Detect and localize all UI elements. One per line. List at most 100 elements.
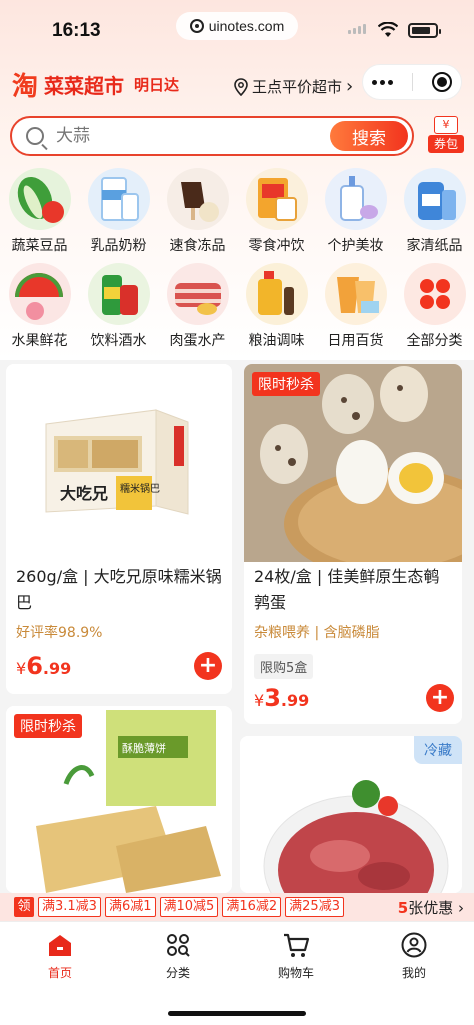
tab-label: 我的 xyxy=(401,966,426,980)
product-card[interactable]: 酥脆薄饼 限时秒杀 xyxy=(6,706,232,893)
category-personal-care[interactable]: 个护美妆 xyxy=(316,168,395,255)
price-decimal: .99 xyxy=(42,659,72,678)
category-drinks[interactable]: 饮料酒水 xyxy=(79,263,158,350)
frozen-food-icon xyxy=(166,168,229,230)
category-label: 乳品奶粉 xyxy=(90,238,147,254)
category-meat-eggs[interactable]: 肉蛋水产 xyxy=(158,263,237,350)
category-snacks[interactable]: 零食冲饮 xyxy=(237,168,316,255)
product-price: ¥6.99 xyxy=(16,652,71,680)
signal-icon xyxy=(348,24,366,34)
snacks-icon xyxy=(245,168,308,230)
battery-icon xyxy=(408,23,441,38)
coupon-yen-icon: ¥ xyxy=(434,116,458,134)
site-icon xyxy=(189,19,204,33)
daily-goods-icon xyxy=(324,263,387,325)
category-frozen[interactable]: 速食冻品 xyxy=(158,168,237,255)
coupon-strip[interactable]: 领 满3.1减3 满6减1 满10减5 满16减2 满25减3 5张优惠 › xyxy=(0,893,474,921)
tab-home[interactable]: 首页 xyxy=(20,932,100,981)
price-integer: 6 xyxy=(26,652,43,680)
coupon-count[interactable]: 5张优惠 › xyxy=(398,897,464,918)
coupon-chip[interactable]: 满10减5 xyxy=(159,897,219,917)
household-icon xyxy=(403,168,466,230)
claim-coupon-icon: 领 xyxy=(14,897,34,917)
category-label: 蔬菜豆品 xyxy=(11,238,68,254)
category-label: 个护美妆 xyxy=(327,238,384,254)
search-row: 搜索 ¥ 券包 xyxy=(10,116,464,156)
chevron-right-icon: › xyxy=(458,899,464,917)
category-grain-oil[interactable]: 粮油调味 xyxy=(237,263,316,350)
dairy-icon xyxy=(87,168,150,230)
refrigerated-badge: 冷藏 xyxy=(414,736,462,764)
status-time: 16:13 xyxy=(52,20,101,41)
status-bar: 16:13 uinotes.com xyxy=(0,0,474,56)
coupon-count-suffix: 张优惠 xyxy=(408,899,454,917)
home-icon xyxy=(49,935,71,956)
coupon-count-number: 5 xyxy=(397,899,409,917)
vegetables-icon xyxy=(8,168,71,230)
category-vegetables[interactable]: 蔬菜豆品 xyxy=(0,168,79,255)
product-price: ¥3.99 xyxy=(254,684,309,712)
tab-profile[interactable]: 我的 xyxy=(374,932,454,981)
search-button[interactable]: 搜索 xyxy=(330,121,408,151)
url-pill: uinotes.com xyxy=(176,12,298,40)
drinks-icon xyxy=(87,263,150,325)
wifi-icon xyxy=(378,22,398,37)
personal-care-icon xyxy=(324,168,387,230)
category-fruit[interactable]: 水果鲜花 xyxy=(0,263,79,350)
coupon-pack-label: 券包 xyxy=(428,135,464,153)
category-dairy[interactable]: 乳品奶粉 xyxy=(79,168,158,255)
tab-cart[interactable]: 购物车 xyxy=(256,932,336,981)
search-icon xyxy=(26,127,44,145)
price-currency: ¥ xyxy=(16,659,27,678)
store-name: 王点平价超市 xyxy=(252,78,343,96)
flash-sale-badge: 限时秒杀 xyxy=(14,714,82,738)
url-text: uinotes.com xyxy=(208,18,285,34)
brand: 淘 菜菜超市 明日达 xyxy=(12,66,179,103)
tab-category[interactable]: 分类 xyxy=(138,932,218,981)
add-to-cart-button[interactable]: + xyxy=(194,652,222,680)
product-title: 260g/盒 | 大吃兄原味糯米锅巴 xyxy=(16,567,222,612)
location-pin-icon xyxy=(234,77,248,96)
category-grid-icon xyxy=(167,934,190,957)
more-icon[interactable] xyxy=(372,79,394,85)
all-categories-icon xyxy=(403,263,466,325)
cart-icon xyxy=(284,933,310,957)
coupon-chip[interactable]: 满3.1减3 xyxy=(38,897,101,917)
price-currency: ¥ xyxy=(254,691,265,710)
category-label: 肉蛋水产 xyxy=(169,333,226,349)
package-label-text: 糯米锅巴 xyxy=(120,482,160,495)
capsule-divider xyxy=(411,73,413,91)
coupon-chip[interactable]: 满6减1 xyxy=(104,897,156,917)
product-card[interactable]: 大吃兄 糯米锅巴 260g/盒 | 大吃兄原味糯米锅巴 好评率98.9% ¥6.… xyxy=(6,364,232,694)
category-label: 零食冲饮 xyxy=(248,238,305,254)
category-all[interactable]: 全部分类 xyxy=(395,263,474,350)
search-input[interactable] xyxy=(56,126,306,146)
category-label: 粮油调味 xyxy=(248,333,305,349)
category-household[interactable]: 家清纸品 xyxy=(395,168,474,255)
search-box[interactable]: 搜索 xyxy=(10,116,414,156)
product-rating: 好评率98.9% xyxy=(16,625,103,641)
coupon-chip[interactable]: 满16减2 xyxy=(222,897,282,917)
coupon-pack-button[interactable]: ¥ 券包 xyxy=(428,116,464,156)
fruit-icon xyxy=(8,263,71,325)
category-label: 速食冻品 xyxy=(169,238,226,254)
tab-label: 购物车 xyxy=(277,966,314,980)
add-to-cart-button[interactable]: + xyxy=(426,684,454,712)
store-selector[interactable]: 王点平价超市 › xyxy=(234,76,353,97)
grain-oil-icon xyxy=(245,263,308,325)
close-target-icon[interactable] xyxy=(431,72,452,92)
flash-sale-badge: 限时秒杀 xyxy=(252,372,320,396)
product-card[interactable]: 限时秒杀 24枚/盒 | 佳美鲜原生态鹌鹑蛋 杂粮喂养 | 含脑磷脂 限购5盒 … xyxy=(244,364,462,724)
purchase-limit: 限购5盒 xyxy=(254,654,314,679)
category-label: 饮料酒水 xyxy=(90,333,147,349)
package-label-text: 酥脆薄饼 xyxy=(122,741,166,755)
product-image: 大吃兄 糯米锅巴 xyxy=(6,364,232,560)
meat-icon xyxy=(166,263,229,325)
category-daily-goods[interactable]: 日用百货 xyxy=(316,263,395,350)
category-label: 家清纸品 xyxy=(406,238,463,254)
brand-name: 菜菜超市 xyxy=(44,74,125,98)
coupon-chip[interactable]: 满25减3 xyxy=(285,897,344,917)
brand-subtitle: 明日达 xyxy=(134,76,180,94)
product-card[interactable]: 冷藏 xyxy=(240,736,462,893)
bottom-tab-bar: 首页 分类 购物车 我的 xyxy=(0,921,474,1025)
